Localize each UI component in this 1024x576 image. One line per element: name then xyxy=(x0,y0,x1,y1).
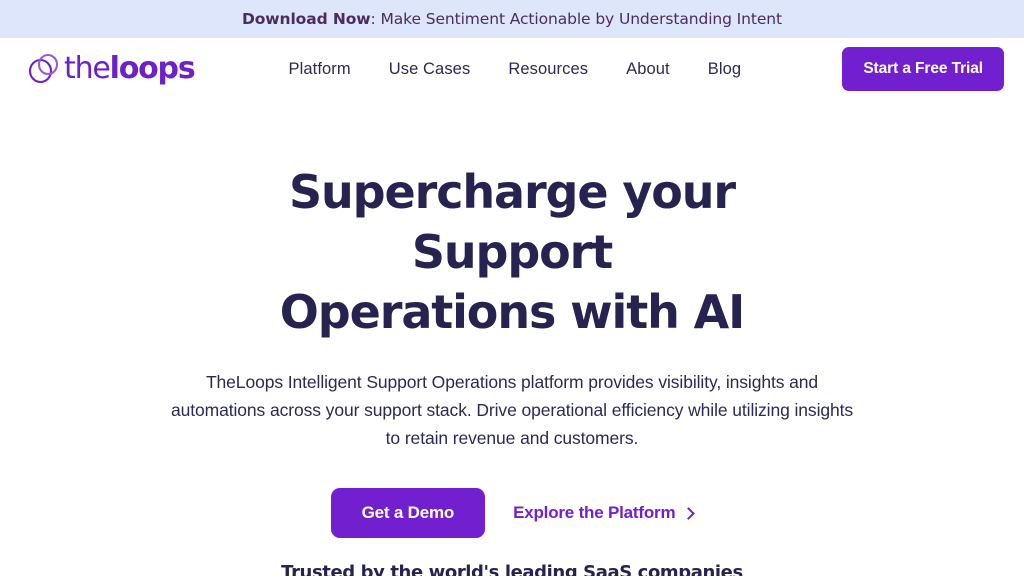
hero-title-line-1: Supercharge your Support xyxy=(289,165,736,279)
get-a-demo-button[interactable]: Get a Demo xyxy=(330,488,486,538)
start-free-trial-button[interactable]: Start a Free Trial xyxy=(842,47,1004,91)
chevron-right-icon xyxy=(682,507,696,520)
announcement-link[interactable]: Download Now: Make Sentiment Actionable … xyxy=(242,10,782,28)
site-header: theloops Platform Use Cases Resources Ab… xyxy=(0,38,1024,100)
nav-item-resources[interactable]: Resources xyxy=(508,60,588,79)
main-navigation: Platform Use Cases Resources About Blog xyxy=(288,60,741,79)
hero-actions: Get a Demo Explore the Platform xyxy=(0,488,1024,538)
brand-word-loops: loops xyxy=(109,51,196,86)
brand-logo[interactable]: theloops xyxy=(26,51,196,86)
hero-section: Supercharge your Support Operations with… xyxy=(0,100,1024,538)
explore-the-platform-link[interactable]: Explore the Platform xyxy=(513,503,696,523)
announcement-rest-label: : Make Sentiment Actionable by Understan… xyxy=(370,10,783,28)
brand-word-the: the xyxy=(64,51,111,86)
overlapping-loops-icon xyxy=(26,52,62,86)
nav-item-platform[interactable]: Platform xyxy=(288,60,350,79)
nav-item-about[interactable]: About xyxy=(626,60,670,79)
page-root: Download Now: Make Sentiment Actionable … xyxy=(0,0,1024,576)
nav-item-blog[interactable]: Blog xyxy=(708,60,741,79)
hero-subtitle: TheLoops Intelligent Support Operations … xyxy=(170,372,854,448)
trusted-by-heading: Trusted by the world's leading SaaS comp… xyxy=(281,562,743,576)
hero-title-line-2: Operations with AI xyxy=(279,285,745,339)
explore-the-platform-label: Explore the Platform xyxy=(513,503,676,522)
hero-title: Supercharge your Support Operations with… xyxy=(192,162,832,342)
announcement-banner: Download Now: Make Sentiment Actionable … xyxy=(0,0,1024,38)
brand-wordmark: theloops xyxy=(64,51,196,86)
nav-item-use-cases[interactable]: Use Cases xyxy=(389,60,471,79)
announcement-strong-label: Download Now xyxy=(241,10,371,28)
